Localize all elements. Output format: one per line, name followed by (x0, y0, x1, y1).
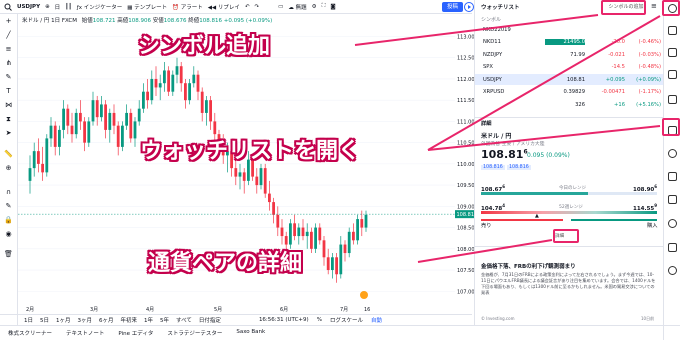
callout-symbol-add: シンボル追加 (138, 34, 271, 59)
callout-open-watchlist: ウォッチリストを開く (140, 139, 361, 164)
arrow-line (354, 14, 599, 46)
callout-pair-detail: 通貨ペアの詳細 (148, 251, 303, 276)
arrow-line (417, 239, 553, 263)
callout-arrows (354, 14, 661, 263)
